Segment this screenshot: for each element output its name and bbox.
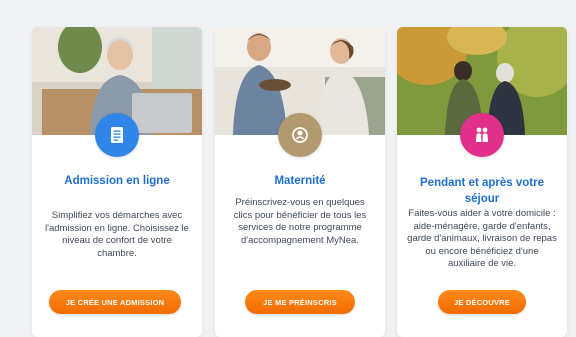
card-title: Admission en ligne <box>64 175 170 187</box>
preregister-button[interactable]: JE ME PRÉINSCRIS <box>245 290 355 314</box>
baby-icon <box>278 113 322 157</box>
card-sejour: Pendant et après votre séjour Faites-vou… <box>397 27 567 337</box>
card-title: Maternité <box>274 175 326 187</box>
document-icon <box>95 113 139 157</box>
card-description: Préinscrivez-vous en quelques clics pour… <box>233 197 367 246</box>
card-description: Simplifiez vos démarches avec l'admissio… <box>45 210 189 259</box>
card-admission: Admission en ligne Simplifiez vos démarc… <box>32 27 202 337</box>
card-title: Pendant et après votre séjour <box>420 177 544 205</box>
card-description: Faites-vous aider à votre domicile : aid… <box>407 208 557 269</box>
discover-button[interactable]: JE DÉCOUVRE <box>438 290 526 314</box>
elderly-couple-icon <box>460 113 504 157</box>
services-section: Admission en ligne Simplifiez vos démarc… <box>0 0 576 337</box>
card-maternite: Maternité Préinscrivez-vous en quelques … <box>215 27 385 337</box>
create-admission-button[interactable]: JE CRÉE UNE ADMISSION <box>49 290 181 314</box>
